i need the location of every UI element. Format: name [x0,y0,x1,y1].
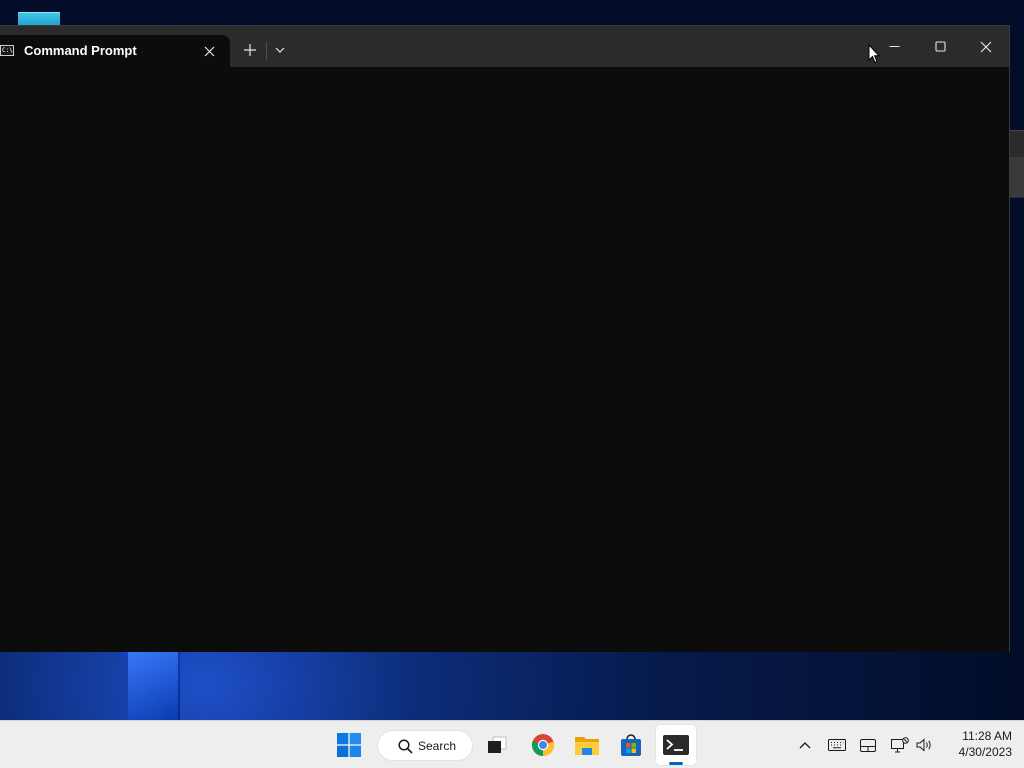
terminal-content[interactable] [0,67,1009,652]
terminal-icon [663,735,689,755]
search-label: Search [418,739,457,753]
maximize-icon [934,41,946,52]
terminal-window[interactable]: C:\. Command Prompt [0,25,1010,652]
taskbar-clock[interactable]: 11:28 AM 4/30/2023 [942,728,1012,760]
network-button[interactable] [887,731,913,759]
store-icon [621,734,641,756]
maximize-button[interactable] [917,26,963,67]
tablet-icon [860,738,876,752]
active-app-indicator [669,762,683,765]
clock-time: 11:28 AM [962,729,1012,743]
chrome-button[interactable] [523,725,563,765]
task-view-button[interactable] [477,725,517,765]
new-tab-button[interactable] [236,38,264,62]
wallpaper-shape [128,652,178,720]
folder-icon [575,737,599,755]
minimize-icon [889,46,899,47]
close-window-button[interactable] [963,26,1009,67]
keyboard-icon [828,739,846,751]
volume-icon [916,738,931,752]
cmd-icon: C:\. [0,45,14,56]
background-window-edge [1010,130,1024,198]
file-explorer-button[interactable] [567,725,607,765]
chevron-up-icon [799,742,811,749]
touch-keyboard-button[interactable] [824,731,850,759]
search-icon [398,739,413,754]
titlebar[interactable]: C:\. Command Prompt [0,26,1009,67]
network-icon [891,737,909,753]
close-icon [980,41,992,52]
clock-date: 4/30/2023 [958,745,1012,759]
volume-button[interactable] [912,731,938,759]
tab-title: Command Prompt [24,43,137,58]
store-button[interactable] [611,725,651,765]
windows-logo-icon [337,733,361,757]
tab-dropdown-button[interactable] [266,38,294,62]
terminal-button[interactable] [656,725,696,765]
show-hidden-icons-button[interactable] [792,731,818,759]
chevron-down-icon [275,47,285,53]
task-view-icon [488,736,507,753]
start-button[interactable] [329,725,369,765]
close-icon [204,46,214,56]
mouse-cursor-icon [868,44,880,64]
chrome-icon [531,734,555,757]
taskbar: Search 11:28 AM 4/30/2023 [0,720,1024,768]
tablet-mode-button[interactable] [855,731,881,759]
taskbar-search-box[interactable]: Search [377,730,473,761]
plus-icon [244,44,256,56]
tab-command-prompt[interactable]: C:\. Command Prompt [0,35,230,67]
tab-close-button[interactable] [198,40,220,62]
